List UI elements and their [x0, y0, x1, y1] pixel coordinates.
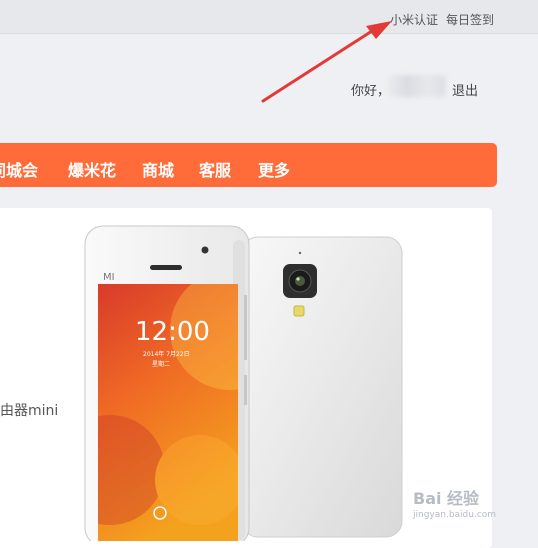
watermark-url: jingyan.baidu.com — [413, 510, 497, 520]
watermark-main: Bai 经验 — [413, 489, 480, 508]
phone-back — [241, 236, 403, 538]
lockscreen-weekday: 星期二 — [152, 360, 170, 368]
lockscreen-time: 12:00 — [135, 317, 210, 347]
earpiece — [150, 265, 182, 270]
baidu-jingyan-watermark: Bai 经验 jingyan.baidu.com — [413, 485, 496, 520]
lockscreen-date: 2014年 7月22日 — [143, 350, 190, 358]
product-image-phones: MI 12:00 2014年 7月22日 星期二 — [84, 225, 403, 541]
mi-logo-text: MI — [103, 272, 115, 283]
